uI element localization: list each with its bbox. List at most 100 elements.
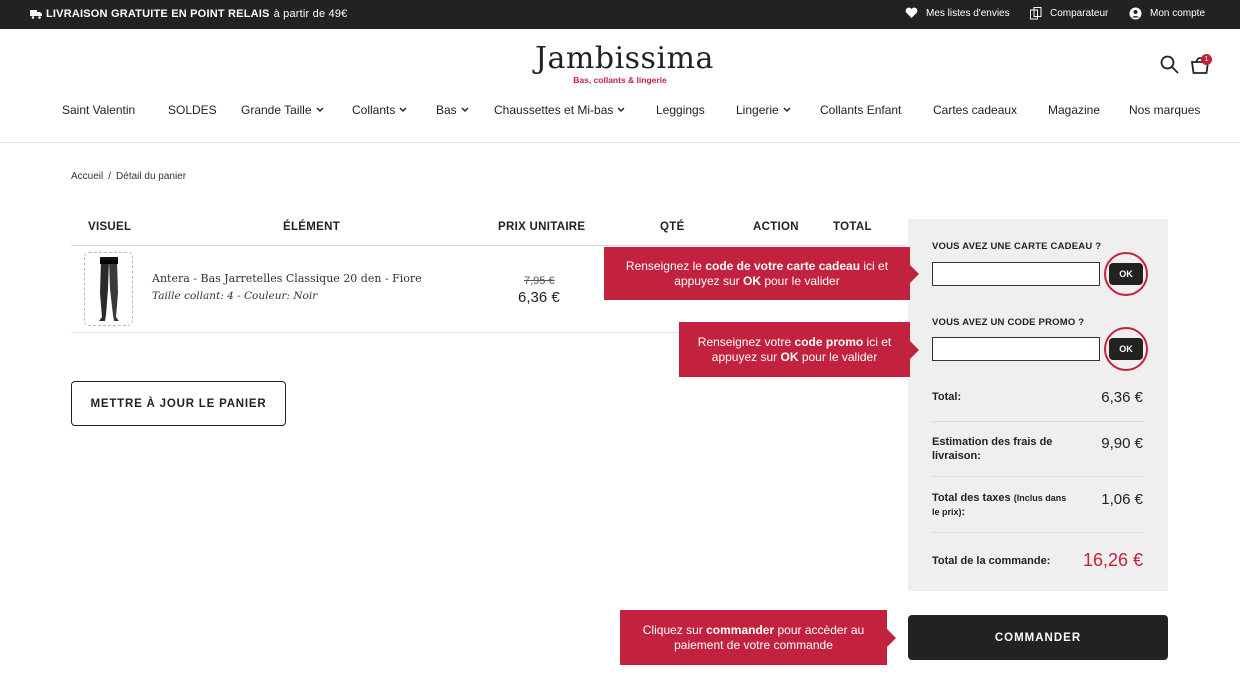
heart-icon (905, 7, 918, 18)
nav-label: SOLDES (168, 103, 217, 117)
wishlist-label: Mes listes d'envies (926, 7, 1010, 19)
col-header-element: ÉLÉMENT (283, 221, 341, 233)
shipping-promo-rest: à partir de 49€ (273, 8, 348, 20)
top-bar: LIVRAISON GRATUITE EN POINT RELAIS à par… (0, 0, 1240, 29)
tax-value: 1,06 € (1101, 491, 1143, 508)
gift-card-label: VOUS AVEZ UNE CARTE CADEAU ? (932, 241, 1102, 252)
compare-link[interactable]: Comparateur (1030, 7, 1108, 20)
nav-label: Collants (352, 103, 396, 117)
nav-item-soldes[interactable]: SOLDES (168, 103, 217, 117)
breadcrumb-home[interactable]: Accueil (71, 171, 103, 182)
update-cart-button[interactable]: METTRE À JOUR LE PANIER (71, 381, 286, 426)
col-header-prix: PRIX UNITAIRE (498, 221, 586, 233)
search-icon[interactable] (1160, 55, 1179, 74)
col-header-qte: QTÉ (660, 221, 685, 233)
cart-count-badge: 1 (1201, 54, 1212, 65)
user-icon (1129, 7, 1142, 20)
col-header-action: ACTION (753, 221, 799, 233)
promo-code-ok-button[interactable]: OK (1109, 338, 1143, 360)
product-thumbnail[interactable] (84, 252, 133, 326)
nav-label: Saint Valentin (62, 103, 136, 117)
gift-card-callout-text: Renseignez le code de votre carte cadeau… (614, 259, 900, 289)
stocking-image (99, 257, 119, 321)
nav-label: Bas (436, 103, 457, 117)
table-header-divider (71, 245, 905, 246)
nav-item-magazine[interactable]: Magazine (1048, 103, 1100, 117)
nav-item-saint-valentin[interactable]: Saint Valentin (62, 103, 135, 117)
main-nav: Saint Valentin SOLDES Grande Taille Coll… (0, 103, 1240, 119)
account-link[interactable]: Mon compte (1129, 7, 1205, 20)
promo-code-callout: Renseignez votre code promo ici et appuy… (679, 322, 919, 377)
callout-emphasis: code de votre carte cadeau (705, 258, 861, 273)
callout-emphasis: code promo (794, 334, 864, 349)
compare-icon (1030, 7, 1042, 20)
nav-label: Chaussettes et Mi-bas (494, 103, 614, 117)
gift-card-ok-button[interactable]: OK (1109, 263, 1143, 285)
checkout-callout: Cliquez sur commander pour accèder au pa… (620, 610, 896, 665)
nav-label: Cartes cadeaux (933, 103, 1018, 117)
callout-emphasis: commander (706, 622, 775, 637)
logo-tagline: Bas, collants & lingerie (573, 75, 667, 85)
header-divider (0, 142, 1240, 143)
nav-item-grande-taille[interactable]: Grande Taille (241, 103, 324, 117)
promo-code-input[interactable] (932, 337, 1100, 361)
callout-emphasis: OK (743, 273, 761, 288)
chevron-down-icon (399, 107, 407, 112)
nav-item-cartes-cadeaux[interactable]: Cartes cadeaux (933, 103, 1017, 117)
chevron-down-icon (461, 107, 469, 112)
summary-divider (932, 532, 1144, 533)
compare-label: Comparateur (1050, 8, 1109, 19)
grand-total-value: 16,26 € (1082, 550, 1143, 570)
tax-colon: : (961, 506, 966, 518)
logo-name: Jambissima (535, 41, 714, 76)
site-logo[interactable]: Jambissima Bas, collants & lingerie (535, 41, 714, 86)
chevron-down-icon (617, 107, 625, 112)
product-old-price: 7,95 € (524, 275, 555, 287)
callout-text: pour le valider (798, 349, 878, 364)
promo-code-callout-text: Renseignez votre code promo ici et appuy… (689, 335, 900, 365)
shipping-label: Estimation des frais de livraison: (932, 436, 1053, 462)
nav-item-collants-enfant[interactable]: Collants Enfant (820, 103, 901, 117)
col-header-total: TOTAL (833, 221, 872, 233)
chevron-down-icon (316, 107, 323, 112)
product-unit-price: 6,36 € (518, 289, 560, 306)
nav-label: Collants Enfant (820, 103, 902, 117)
shipping-value: 9,90 € (1101, 435, 1143, 452)
subtotal-label: Total: (932, 391, 962, 403)
truck-icon (30, 10, 42, 19)
callout-text: Renseignez votre (697, 334, 795, 349)
breadcrumb: Accueil / Détail du panier (71, 171, 186, 182)
callout-emphasis: OK (780, 349, 799, 364)
nav-item-chaussettes[interactable]: Chaussettes et Mi-bas (494, 103, 625, 117)
chevron-down-icon (783, 107, 791, 112)
account-label: Mon compte (1150, 8, 1206, 19)
nav-label: Magazine (1048, 103, 1101, 117)
wishlist-link[interactable]: Mes listes d'envies (905, 7, 1010, 19)
checkout-callout-text: Cliquez sur commander pour accèder au pa… (630, 623, 877, 653)
summary-divider (932, 421, 1144, 422)
callout-text: Renseignez le (625, 258, 706, 273)
nav-label: Lingerie (736, 103, 779, 117)
shipping-promo: LIVRAISON GRATUITE EN POINT RELAIS à par… (30, 8, 348, 20)
nav-label: Leggings (656, 103, 705, 117)
checkout-button[interactable]: COMMANDER (908, 615, 1168, 660)
grand-total-label: Total de la commande: (932, 555, 1051, 567)
summary-divider (932, 476, 1144, 477)
callout-text: pour le valider (761, 273, 840, 288)
gift-card-input[interactable] (932, 262, 1100, 286)
tax-label: Total des taxes (932, 492, 1011, 504)
nav-item-nos-marques[interactable]: Nos marques (1129, 103, 1200, 117)
product-attributes: Taille collant: 4 - Couleur: Noir (152, 290, 318, 302)
breadcrumb-current: Détail du panier (116, 171, 187, 182)
nav-item-lingerie[interactable]: Lingerie (736, 103, 791, 117)
nav-item-collants[interactable]: Collants (352, 103, 407, 117)
nav-item-bas[interactable]: Bas (436, 103, 469, 117)
callout-text: Cliquez sur (642, 622, 707, 637)
product-name[interactable]: Antera - Bas Jarretelles Classique 20 de… (152, 272, 422, 285)
nav-label: Grande Taille (241, 103, 312, 117)
nav-item-leggings[interactable]: Leggings (656, 103, 705, 117)
nav-label: Nos marques (1129, 103, 1201, 117)
col-header-visuel: VISUEL (88, 221, 132, 233)
shipping-promo-bold: LIVRAISON GRATUITE EN POINT RELAIS (46, 8, 270, 20)
tax-label-group: Total des taxes (Inclus dans le prix): (932, 491, 1072, 519)
